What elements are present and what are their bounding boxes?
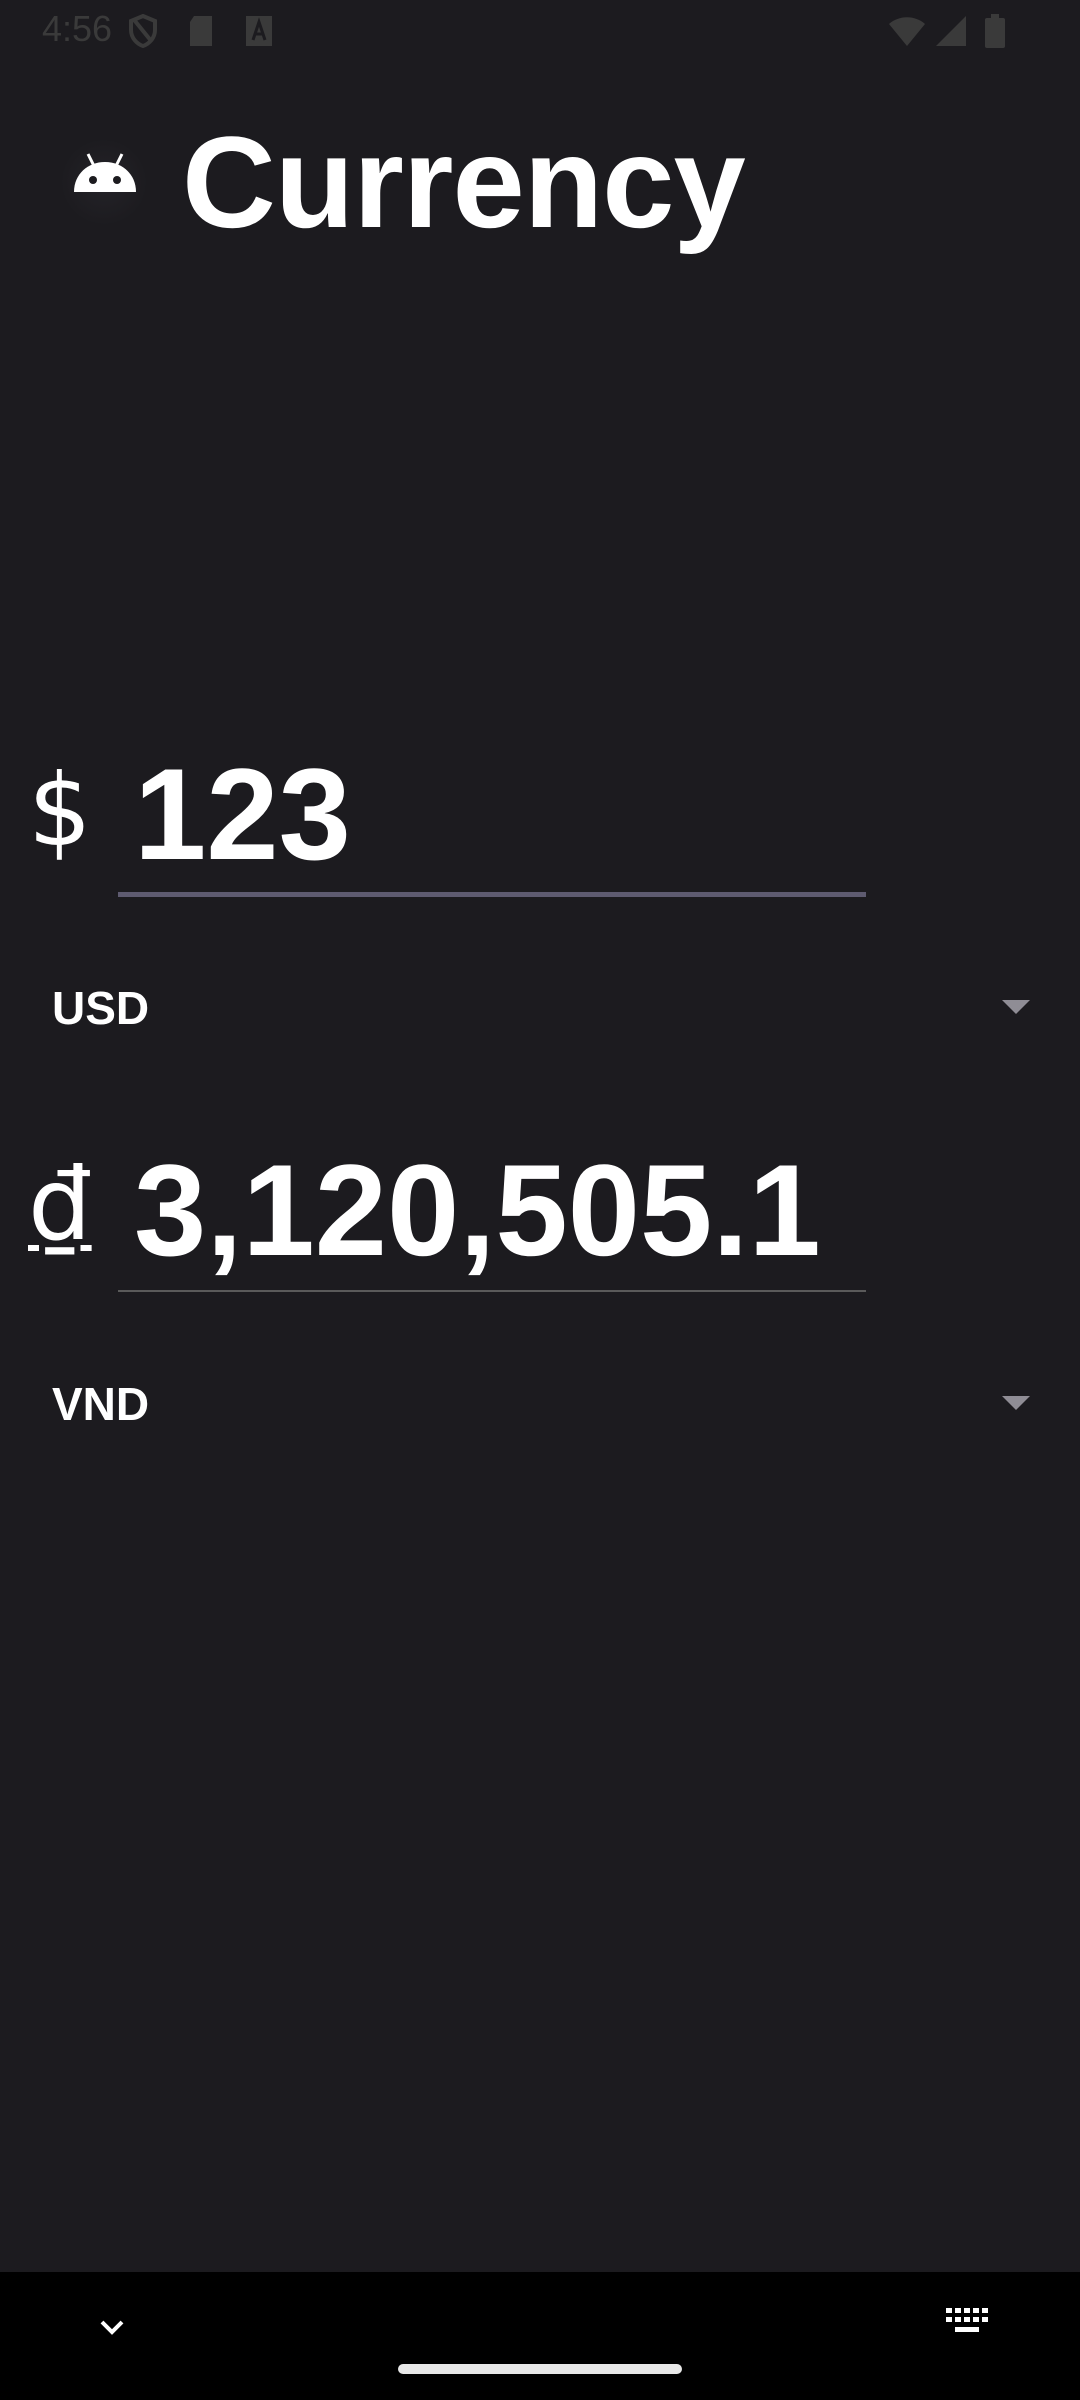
- target-currency-symbol: ₫: [28, 1146, 92, 1263]
- status-time: 4:56: [42, 8, 113, 49]
- sd-card-icon: [190, 16, 212, 46]
- source-currency-symbol: $: [28, 752, 92, 869]
- source-amount-input[interactable]: 123: [118, 741, 866, 897]
- target-currency-label: VND: [52, 1378, 150, 1430]
- caret-down-icon: [1002, 1396, 1030, 1410]
- status-bar: 4:56: [0, 0, 1080, 62]
- app-icon: [62, 140, 146, 224]
- source-currency-label: USD: [52, 982, 150, 1034]
- home-handle[interactable]: [398, 2364, 682, 2374]
- shield-icon: [129, 14, 157, 48]
- page-title: Currency: [182, 109, 746, 255]
- navigation-bar: [0, 2272, 1080, 2400]
- chevron-down-icon[interactable]: [92, 2308, 132, 2348]
- source-amount-underline: [118, 892, 866, 897]
- target-amount-underline: [118, 1290, 866, 1292]
- target-currency-dropdown[interactable]: VND: [0, 1354, 1080, 1454]
- font-a-icon: [246, 16, 272, 46]
- caret-down-icon: [1002, 1000, 1030, 1014]
- source-amount-value: 123: [134, 741, 351, 887]
- source-currency-dropdown[interactable]: USD: [0, 958, 1080, 1058]
- battery-icon: [985, 14, 1005, 48]
- target-amount-value: 3,120,505.1: [134, 1137, 821, 1283]
- target-amount-input[interactable]: 3,120,505.1: [118, 1137, 866, 1292]
- cellular-signal-icon: [936, 16, 966, 46]
- wifi-icon: [889, 17, 925, 46]
- keyboard-icon[interactable]: [944, 2306, 990, 2336]
- android-icon: [74, 153, 136, 192]
